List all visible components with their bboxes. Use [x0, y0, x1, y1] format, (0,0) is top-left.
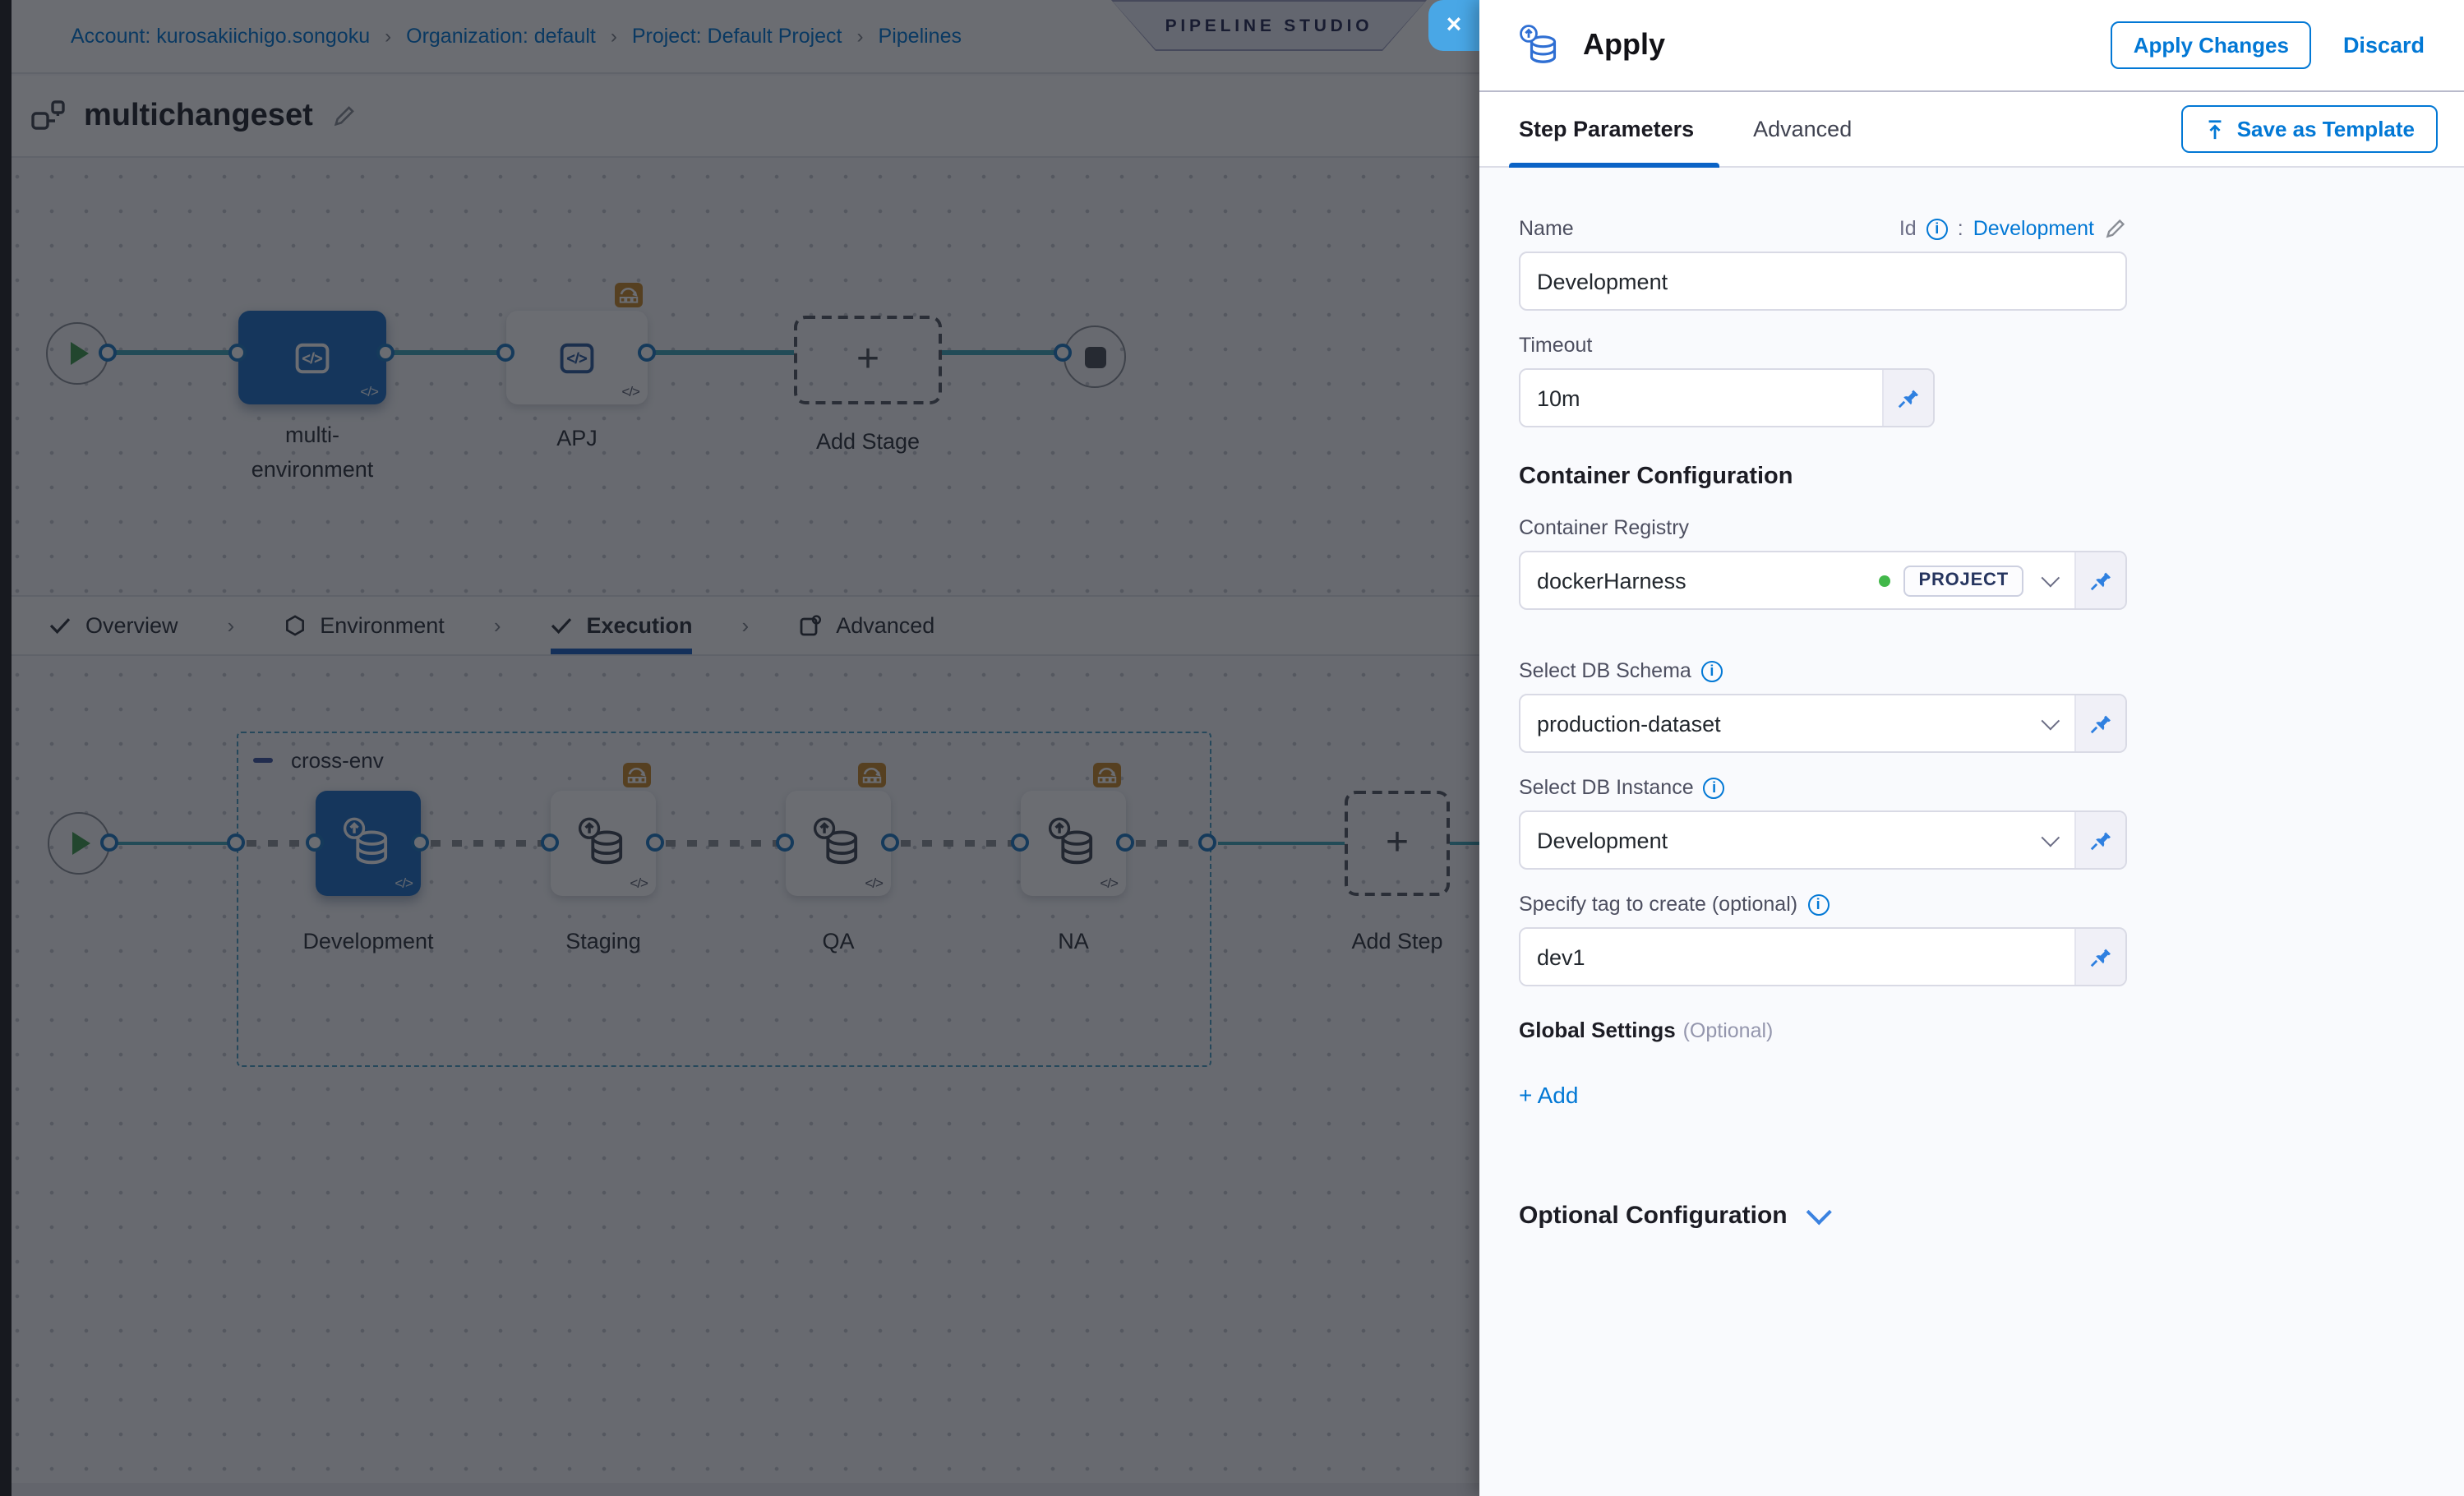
panel-header: Apply Apply Changes Discard — [1479, 0, 2464, 92]
pin-icon — [1897, 386, 1920, 409]
apply-changes-button[interactable]: Apply Changes — [2111, 21, 2312, 69]
timeout-input[interactable] — [1520, 370, 1882, 426]
pin-runtime-input-button[interactable] — [2074, 695, 2125, 751]
info-icon[interactable]: i — [1704, 777, 1725, 798]
tab-advanced[interactable]: Advanced — [1753, 117, 1852, 141]
container-registry-label: Container Registry — [1519, 516, 1689, 539]
global-settings-heading: Global Settings (Optional) — [1519, 1016, 2425, 1046]
panel-tab-bar: Step Parameters Advanced Save as Templat… — [1479, 92, 2464, 168]
tag-field — [1519, 927, 2127, 986]
apply-step-icon — [1516, 22, 1565, 68]
db-instance-label: Select DB Instance — [1519, 776, 1694, 799]
step-config-panel: Apply Apply Changes Discard Step Paramet… — [1479, 0, 2464, 1496]
close-panel-button[interactable]: × — [1428, 0, 1479, 51]
info-icon[interactable]: i — [1807, 893, 1829, 915]
optional-configuration-label: Optional Configuration — [1519, 1202, 1788, 1230]
db-schema-label: Select DB Schema — [1519, 659, 1691, 682]
registry-value: dockerHarness — [1537, 568, 1866, 593]
pin-runtime-input-button[interactable] — [2074, 812, 2125, 868]
db-schema-field: production-dataset — [1519, 694, 2127, 753]
name-label: Name — [1519, 217, 1574, 240]
tag-label: Specify tag to create (optional) — [1519, 893, 1797, 916]
name-input[interactable] — [1519, 252, 2127, 311]
optional-configuration-toggle[interactable]: Optional Configuration — [1519, 1202, 2425, 1230]
chevron-down-icon — [2042, 569, 2060, 588]
edit-id-icon[interactable] — [2104, 217, 2127, 240]
tab-step-parameters[interactable]: Step Parameters — [1519, 117, 1694, 141]
id-separator: : — [1958, 217, 1963, 240]
db-instance-select[interactable]: Development — [1520, 812, 2074, 868]
upload-icon — [2204, 118, 2226, 141]
db-schema-select[interactable]: production-dataset — [1520, 695, 2074, 751]
pin-runtime-input-button[interactable] — [2074, 552, 2125, 608]
chevron-down-icon — [2042, 712, 2060, 731]
pin-icon — [2089, 569, 2112, 592]
pin-runtime-input-button[interactable] — [1882, 370, 1933, 426]
db-schema-value: production-dataset — [1537, 711, 2023, 736]
add-global-setting-link[interactable]: + Add — [1519, 1082, 1578, 1108]
pin-icon — [2089, 712, 2112, 735]
container-registry-select[interactable]: dockerHarness PROJECT — [1520, 552, 2074, 608]
panel-title: Apply — [1583, 28, 2111, 62]
modal-dim-overlay — [0, 0, 1479, 1496]
save-as-template-button[interactable]: Save as Template — [2181, 105, 2438, 153]
step-parameters-form: Name Id i : Development Timeout Containe… — [1479, 168, 2464, 1496]
connector-status-dot — [1879, 575, 1890, 586]
db-instance-field: Development — [1519, 810, 2127, 870]
db-instance-value: Development — [1537, 828, 2023, 852]
app-window: Account: kurosakiichigo.songoku › Organi… — [0, 0, 2464, 1496]
timeout-field — [1519, 368, 1935, 427]
container-config-heading: Container Configuration — [1519, 464, 2425, 490]
scope-badge: PROJECT — [1903, 565, 2023, 596]
info-icon[interactable]: i — [1701, 660, 1723, 681]
id-value: Development — [1973, 217, 2094, 240]
left-nav-edge — [0, 0, 12, 1496]
timeout-label: Timeout — [1519, 334, 1592, 357]
container-registry-field: dockerHarness PROJECT — [1519, 551, 2127, 610]
pin-runtime-input-button[interactable] — [2074, 929, 2125, 985]
chevron-down-icon — [2042, 829, 2060, 847]
active-tab-underline — [1509, 162, 1719, 168]
pin-icon — [2089, 829, 2112, 852]
info-icon[interactable]: i — [1926, 218, 1948, 239]
discard-button[interactable]: Discard — [2343, 33, 2425, 58]
tag-input[interactable] — [1520, 929, 2074, 985]
chevron-down-icon — [1806, 1199, 1832, 1225]
pin-icon — [2089, 945, 2112, 968]
global-settings-label: Global Settings — [1519, 1018, 1676, 1042]
pipeline-studio-background: Account: kurosakiichigo.songoku › Organi… — [0, 0, 1479, 1496]
id-label: Id — [1899, 217, 1917, 240]
optional-hint: (Optional) — [1683, 1019, 1774, 1042]
step-id-row: Id i : Development — [1899, 217, 2127, 240]
